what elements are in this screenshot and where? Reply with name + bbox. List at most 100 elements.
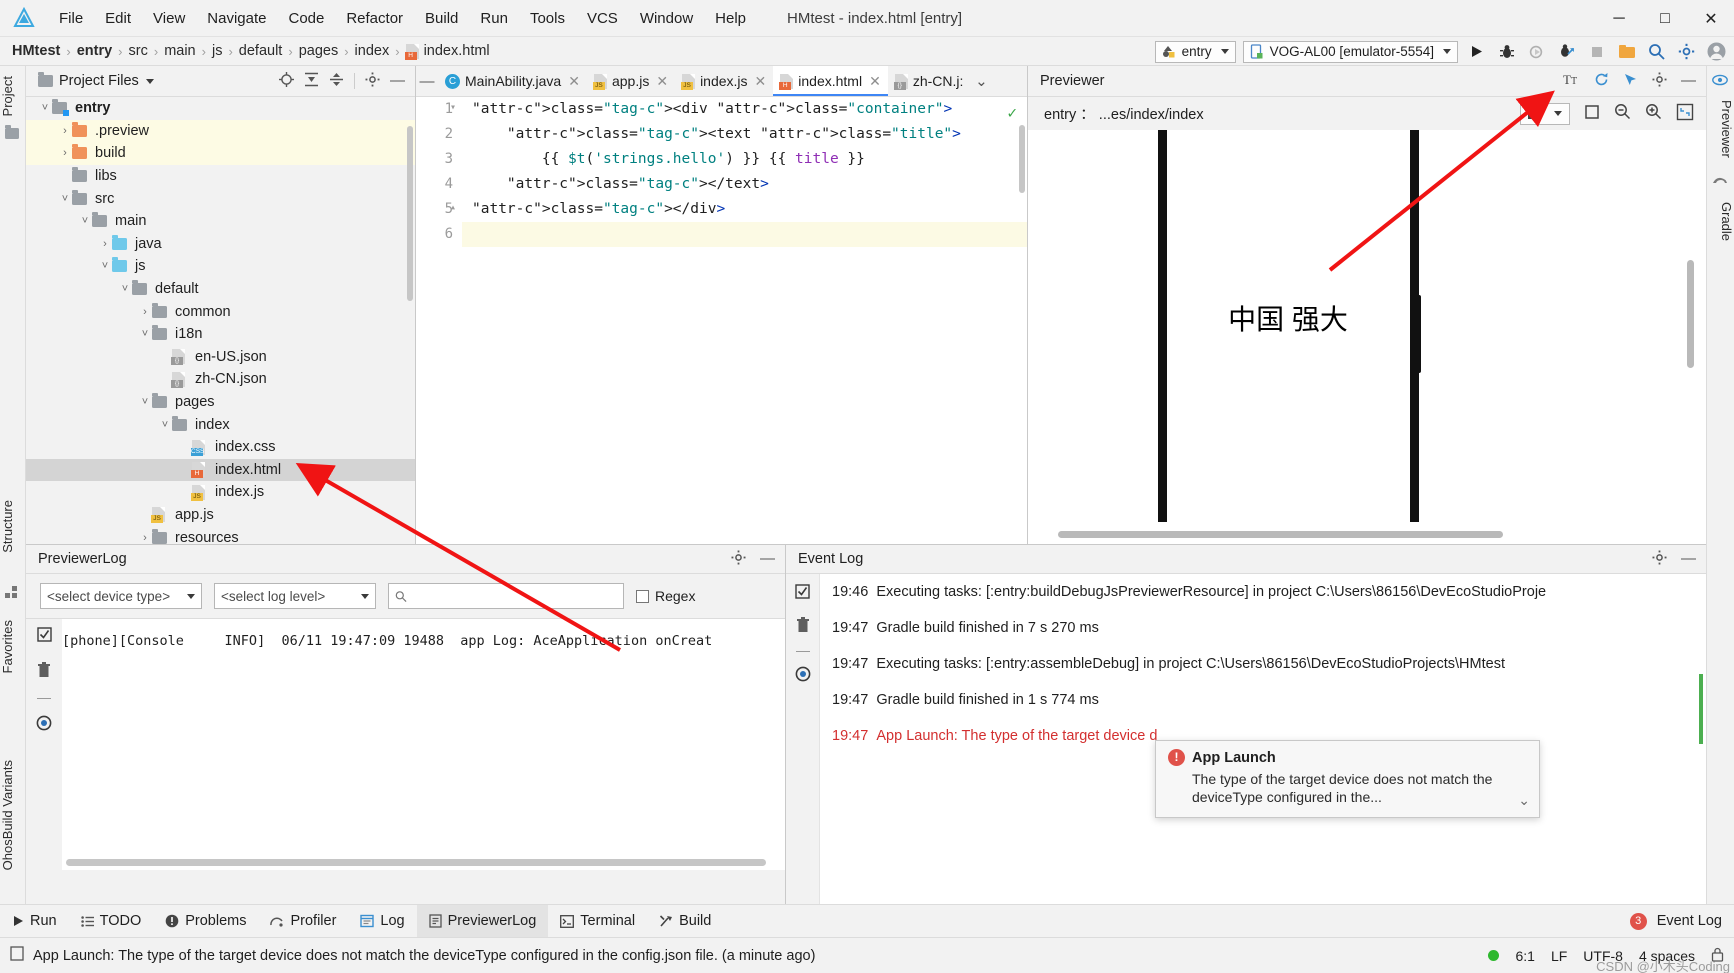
scroll-to-end-icon[interactable] <box>36 627 52 646</box>
log-level-filter[interactable]: <select log level> <box>214 583 376 609</box>
tree-twisty[interactable]: ˅ <box>78 215 92 227</box>
hide-panel-icon[interactable]: — <box>1681 73 1696 88</box>
gear-icon[interactable] <box>1652 72 1667 91</box>
event-log-entry[interactable]: 19:46 Executing tasks: [:entry:buildDebu… <box>786 574 1706 610</box>
gear-icon[interactable] <box>365 72 380 91</box>
gear-icon[interactable] <box>1652 550 1667 569</box>
menu-view[interactable]: View <box>142 6 196 31</box>
menu-refactor[interactable]: Refactor <box>335 6 414 31</box>
favorites-star-icon[interactable] <box>6 548 22 564</box>
log-search-box[interactable] <box>388 583 624 609</box>
tree-node-pages[interactable]: ˅ pages <box>26 391 415 414</box>
search-everywhere-icon[interactable] <box>1645 40 1668 63</box>
maximize-button[interactable]: □ <box>1642 0 1688 37</box>
hide-panel-icon[interactable]: — <box>390 73 405 88</box>
editor-tab-overflow-icon[interactable]: ⌄ <box>970 66 992 96</box>
fold-marker-icon[interactable]: ▾ <box>450 102 456 113</box>
breadcrumb-pages[interactable]: pages <box>299 43 339 59</box>
menu-navigate[interactable]: Navigate <box>196 6 277 31</box>
project-tree[interactable]: ˅ entry › .preview › build libs ˅ src ˅ main › java ˅… <box>26 97 415 544</box>
bottom-tab-run[interactable]: Run <box>0 905 69 938</box>
event-log-entry[interactable]: 19:47 Gradle build finished in 1 s 774 m… <box>786 682 1706 718</box>
menu-tools[interactable]: Tools <box>519 6 576 31</box>
tree-twisty[interactable]: ˅ <box>58 193 72 205</box>
breadcrumb[interactable]: HMtest › entry › src › main › js › defau… <box>12 43 490 60</box>
menu-help[interactable]: Help <box>704 6 757 31</box>
device-manager-icon[interactable] <box>1615 40 1638 63</box>
tree-node-i18n[interactable]: ˅ i18n <box>26 323 415 346</box>
run-configuration-selector[interactable]: entry <box>1154 40 1236 63</box>
previewer-vertical-scrollbar[interactable] <box>1687 260 1694 368</box>
menu-run[interactable]: Run <box>469 6 519 31</box>
event-log-scrollbar[interactable] <box>1699 674 1703 744</box>
close-tab-icon[interactable]: ✕ <box>568 73 580 90</box>
breadcrumb-file[interactable]: H index.html <box>404 43 490 60</box>
menu-window[interactable]: Window <box>629 6 704 31</box>
hide-editor-icon[interactable]: — <box>416 66 438 96</box>
breadcrumb-entry[interactable]: entry <box>77 43 112 59</box>
bottom-tab-todo[interactable]: TODO <box>69 905 154 938</box>
collapse-all-icon[interactable] <box>329 72 344 91</box>
tree-twisty[interactable]: ˅ <box>158 419 172 431</box>
event-log-entry[interactable]: 19:47 Executing tasks: [:entry:assembleD… <box>786 646 1706 682</box>
tree-twisty[interactable]: ˅ <box>98 260 112 272</box>
previewer-eye-icon[interactable] <box>1712 74 1728 90</box>
bottom-tab-previewerlog[interactable]: PreviewerLog <box>416 904 549 938</box>
expand-all-icon[interactable] <box>304 72 319 91</box>
tree-twisty[interactable]: ˅ <box>38 102 52 114</box>
run-icon[interactable] <box>1465 40 1488 63</box>
tree-node-libs[interactable]: libs <box>26 165 415 188</box>
bottom-tab-build[interactable]: Build <box>647 905 723 938</box>
editor-tab-app-js[interactable]: JS app.js ✕ <box>586 66 676 96</box>
bottom-tab-log[interactable]: Log <box>348 905 416 938</box>
tree-node-js[interactable]: ˅ js <box>26 255 415 278</box>
caret-position[interactable]: 6:1 <box>1515 948 1534 964</box>
tree-twisty[interactable]: › <box>138 532 152 544</box>
notification-balloon[interactable]: ! App Launch The type of the target devi… <box>1155 740 1540 818</box>
previewer-horizontal-scrollbar[interactable] <box>1058 531 1503 538</box>
close-button[interactable]: ✕ <box>1688 0 1734 37</box>
tree-node-en-us-json[interactable]: {} en-US.json <box>26 346 415 369</box>
status-message-group[interactable]: App Launch: The type of the target devic… <box>10 946 815 965</box>
chevron-down-icon[interactable] <box>145 78 154 84</box>
settings-gear-icon[interactable] <box>1675 40 1698 63</box>
menu-edit[interactable]: Edit <box>94 6 142 31</box>
fold-marker-icon[interactable]: ▴ <box>450 202 456 213</box>
menu-vcs[interactable]: VCS <box>576 6 629 31</box>
multi-device-button[interactable] <box>1520 102 1570 125</box>
tree-twisty[interactable]: ˅ <box>138 328 152 340</box>
bottom-bar-right[interactable]: 3 Event Log <box>1629 912 1734 930</box>
tree-twisty[interactable]: › <box>58 125 72 137</box>
breadcrumb-main[interactable]: main <box>164 43 195 59</box>
regex-checkbox-group[interactable]: Regex <box>636 588 695 604</box>
bottom-tool-bar[interactable]: Run TODO Problems Profiler Log Previewer… <box>0 904 1734 938</box>
locate-icon[interactable] <box>279 71 294 91</box>
window-controls[interactable]: ─ □ ✕ <box>1596 0 1734 37</box>
refresh-icon[interactable] <box>1594 72 1609 91</box>
font-size-icon[interactable]: TT <box>1563 72 1580 91</box>
account-avatar-icon[interactable] <box>1705 40 1728 63</box>
previewer-log-filters[interactable]: <select device type> <select log level> … <box>26 574 785 618</box>
breadcrumb-src[interactable]: src <box>129 43 148 59</box>
device-selector[interactable]: VOG-AL00 [emulator-5554] <box>1242 40 1458 63</box>
tree-twisty[interactable]: › <box>58 147 72 159</box>
previewer-log-body[interactable]: [phone][Console INFO] 06/11 19:47:09 194… <box>26 618 785 870</box>
previewer-log-scrollbar[interactable] <box>66 859 766 866</box>
gradle-elephant-icon[interactable] <box>1712 174 1728 192</box>
tree-node-default[interactable]: ˅ default <box>26 278 415 301</box>
zoom-out-icon[interactable] <box>1614 103 1631 124</box>
minimize-button[interactable]: ─ <box>1596 0 1642 37</box>
tree-node--preview[interactable]: › .preview <box>26 119 415 143</box>
main-toolbar[interactable]: entry VOG-AL00 [emulator-5554] <box>1154 37 1728 66</box>
line-separator[interactable]: LF <box>1551 948 1567 964</box>
stop-icon[interactable] <box>1585 40 1608 63</box>
close-tab-icon[interactable]: ✕ <box>869 73 881 90</box>
menu-bar[interactable]: File Edit View Navigate Code Refactor Bu… <box>48 6 757 31</box>
mark-read-icon[interactable] <box>795 584 810 603</box>
sidebar-tab-previewer[interactable]: Previewer <box>1706 96 1734 162</box>
crop-icon[interactable] <box>1584 104 1600 124</box>
chevron-down-icon[interactable]: ⌄ <box>1518 792 1530 809</box>
project-panel-actions[interactable]: — <box>279 71 411 91</box>
gear-icon[interactable] <box>731 550 746 569</box>
tree-twisty[interactable]: › <box>138 306 152 318</box>
